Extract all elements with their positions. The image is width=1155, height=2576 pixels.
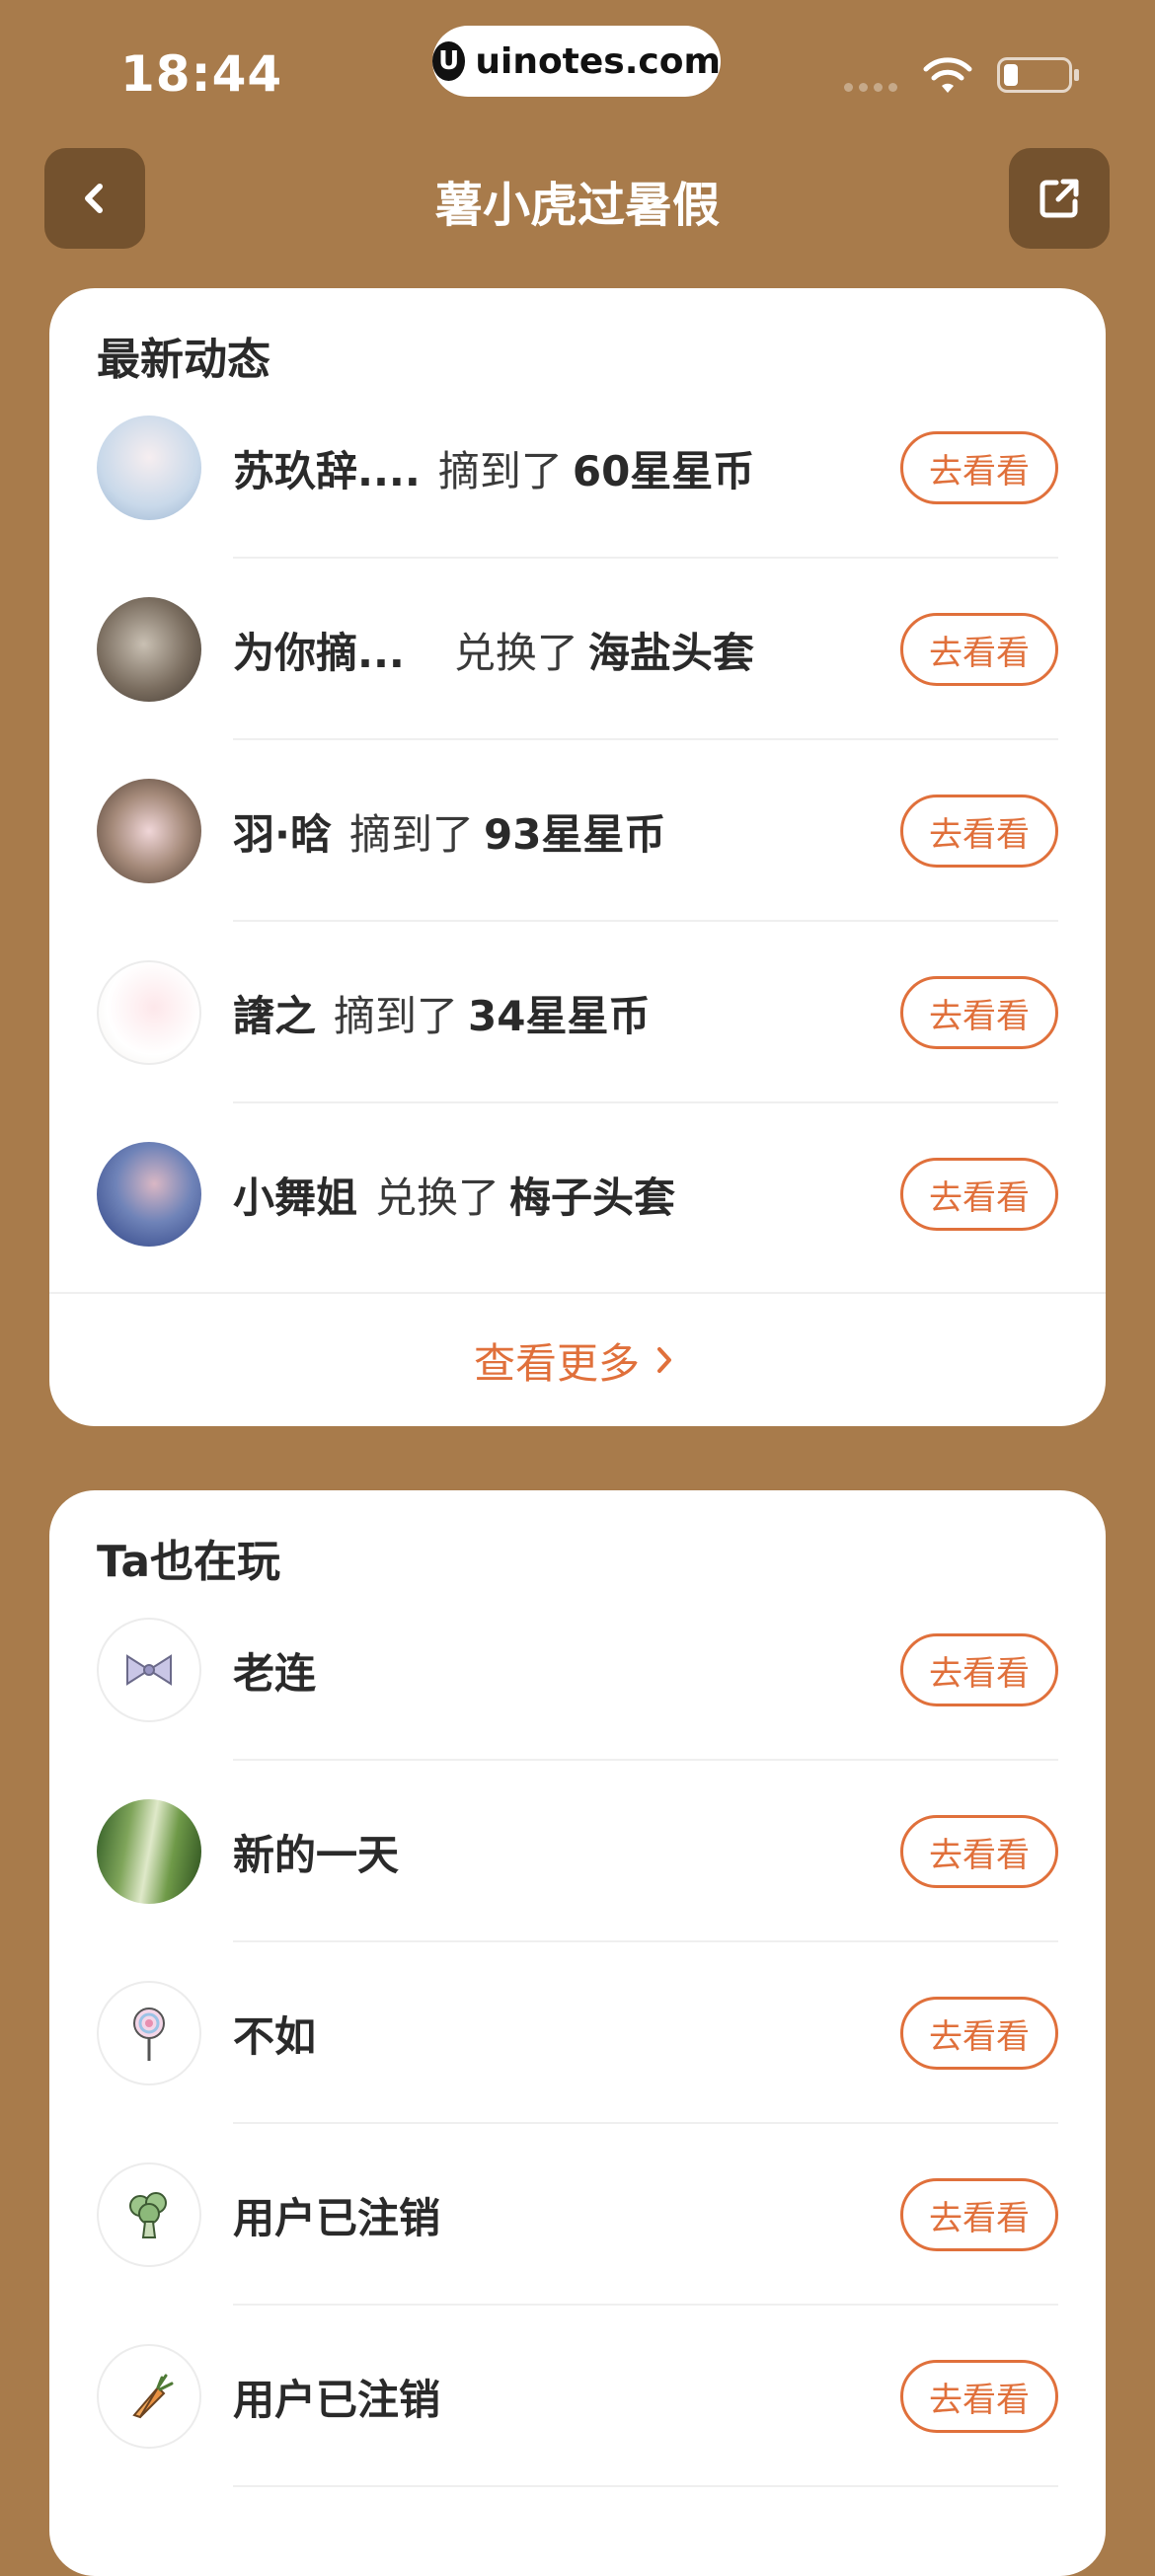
go-see-button[interactable]: 去看看 [900,2178,1058,2251]
action-text: 摘到了 [334,991,459,1040]
activity-row: 羽·晗 摘到了 93星星币 去看看 [49,740,1106,922]
status-time: 18:44 [120,45,283,103]
item-text: 34星星币 [468,991,651,1040]
url-text: uinotes.com [475,40,721,82]
avatar[interactable] [97,1142,201,1247]
user-name[interactable]: 用户已注销 [233,2185,440,2245]
action-text: 摘到了 [348,809,474,859]
item-text: 60星星币 [572,446,755,495]
go-see-button[interactable]: 去看看 [900,613,1058,686]
bamboo-photo[interactable] [97,1799,201,1904]
activity-row: 苏玖辞.... 摘到了 60星星币 去看看 [49,377,1106,559]
user-name[interactable]: 用户已注销 [233,2367,440,2427]
user-name[interactable]: 不如 [233,2004,316,2064]
url-pill[interactable]: U uinotes.com [432,26,721,97]
action-text: 兑换了 [375,1173,500,1222]
go-see-button[interactable]: 去看看 [900,1997,1058,2070]
go-see-button[interactable]: 去看看 [900,795,1058,868]
carrot-icon[interactable] [97,2344,201,2449]
action-text: 摘到了 [437,446,563,495]
user-name[interactable]: 老连 [233,1640,316,1701]
activity-row: 为你摘... 兑换了 海盐头套 去看看 [49,559,1106,740]
share-button[interactable] [1009,148,1110,249]
view-more-link[interactable]: 查看更多 [49,1294,1106,1426]
site-logo-icon: U [432,41,466,81]
item-text: 海盐头套 [587,628,754,677]
user-name[interactable]: 小舞姐 [233,1165,357,1225]
user-name[interactable]: 苏玖辞.... [233,438,421,498]
share-external-icon [1040,179,1079,218]
player-row: 新的一天 去看看 [49,1761,1106,1942]
avatar[interactable] [97,597,201,702]
activity-row: 小舞姐 兑换了 梅子头套 去看看 [49,1103,1106,1285]
item-text: 梅子头套 [509,1173,676,1222]
latest-activity-card: 最新动态 苏玖辞.... 摘到了 60星星币 去看看 为你摘... 兑换了 海盐… [49,288,1106,1426]
avatar[interactable] [97,416,201,520]
user-name[interactable]: 譇之 [233,983,316,1043]
chevron-right-icon [657,1347,671,1373]
divider [233,2485,1058,2487]
page-title: 薯小虎过暑假 [434,178,720,233]
avatar[interactable] [97,960,201,1065]
action-text: 兑换了 [453,628,578,677]
go-see-button[interactable]: 去看看 [900,1633,1058,1706]
player-row: 用户已注销 去看看 [49,2306,1106,2487]
item-text: 93星星币 [483,809,666,859]
user-name[interactable]: 新的一天 [233,1822,399,1882]
user-name[interactable]: 为你摘... [233,620,405,680]
go-see-button[interactable]: 去看看 [900,2360,1058,2433]
user-name[interactable]: 羽·晗 [233,801,332,862]
player-row: 用户已注销 去看看 [49,2124,1106,2306]
avatar[interactable] [97,779,201,883]
player-row: 老连 去看看 [49,1579,1106,1761]
battery-icon [997,57,1079,93]
player-row: 不如 去看看 [49,1942,1106,2124]
broccoli-icon[interactable] [97,2162,201,2267]
view-more-label: 查看更多 [473,1338,640,1388]
also-playing-card: Ta也在玩 老连 去看看 新的一天 去看看 不如 去看看 用户已注销 去看看 用… [49,1490,1106,2576]
go-see-button[interactable]: 去看看 [900,1815,1058,1888]
activity-row: 譇之 摘到了 34星星币 去看看 [49,922,1106,1103]
go-see-button[interactable]: 去看看 [900,1158,1058,1231]
cellular-signal-icon [844,83,897,92]
lollipop-icon[interactable] [97,1981,201,2085]
go-see-button[interactable]: 去看看 [900,431,1058,504]
go-see-button[interactable]: 去看看 [900,976,1058,1049]
bow-icon[interactable] [97,1618,201,1722]
status-bar: 18:44 U uinotes.com [0,0,1155,128]
wifi-icon [923,57,972,93]
